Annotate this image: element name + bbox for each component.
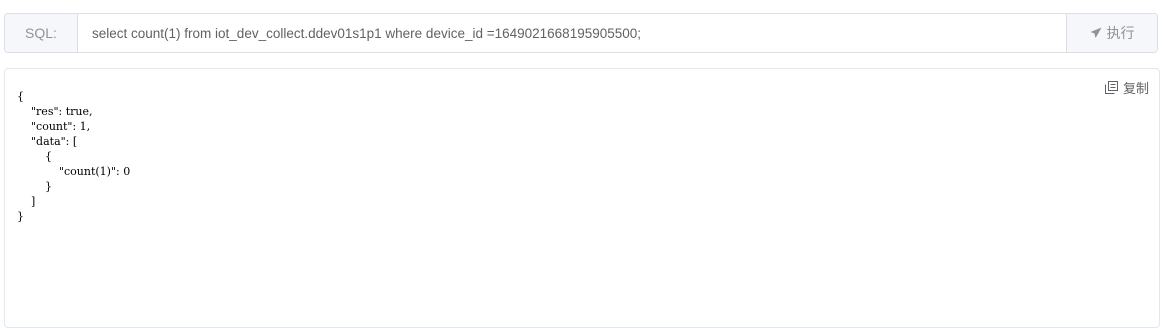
copy-button-label: 复制	[1122, 81, 1149, 96]
result-panel: 复制 { "res": true, "count": 1, "data": [ …	[4, 68, 1160, 328]
execute-button-label: 执行	[1106, 25, 1135, 41]
json-result-output: { "res": true, "count": 1, "data": [ { "…	[17, 90, 131, 223]
paper-plane-icon	[1090, 27, 1102, 39]
copy-icon	[1104, 81, 1118, 94]
sql-query-bar: SQL: 执行	[4, 13, 1158, 53]
sql-prefix-label: SQL:	[5, 14, 78, 52]
copy-button[interactable]: 复制	[1104, 78, 1149, 97]
execute-button[interactable]: 执行	[1066, 14, 1157, 52]
sql-input[interactable]	[78, 14, 1066, 52]
